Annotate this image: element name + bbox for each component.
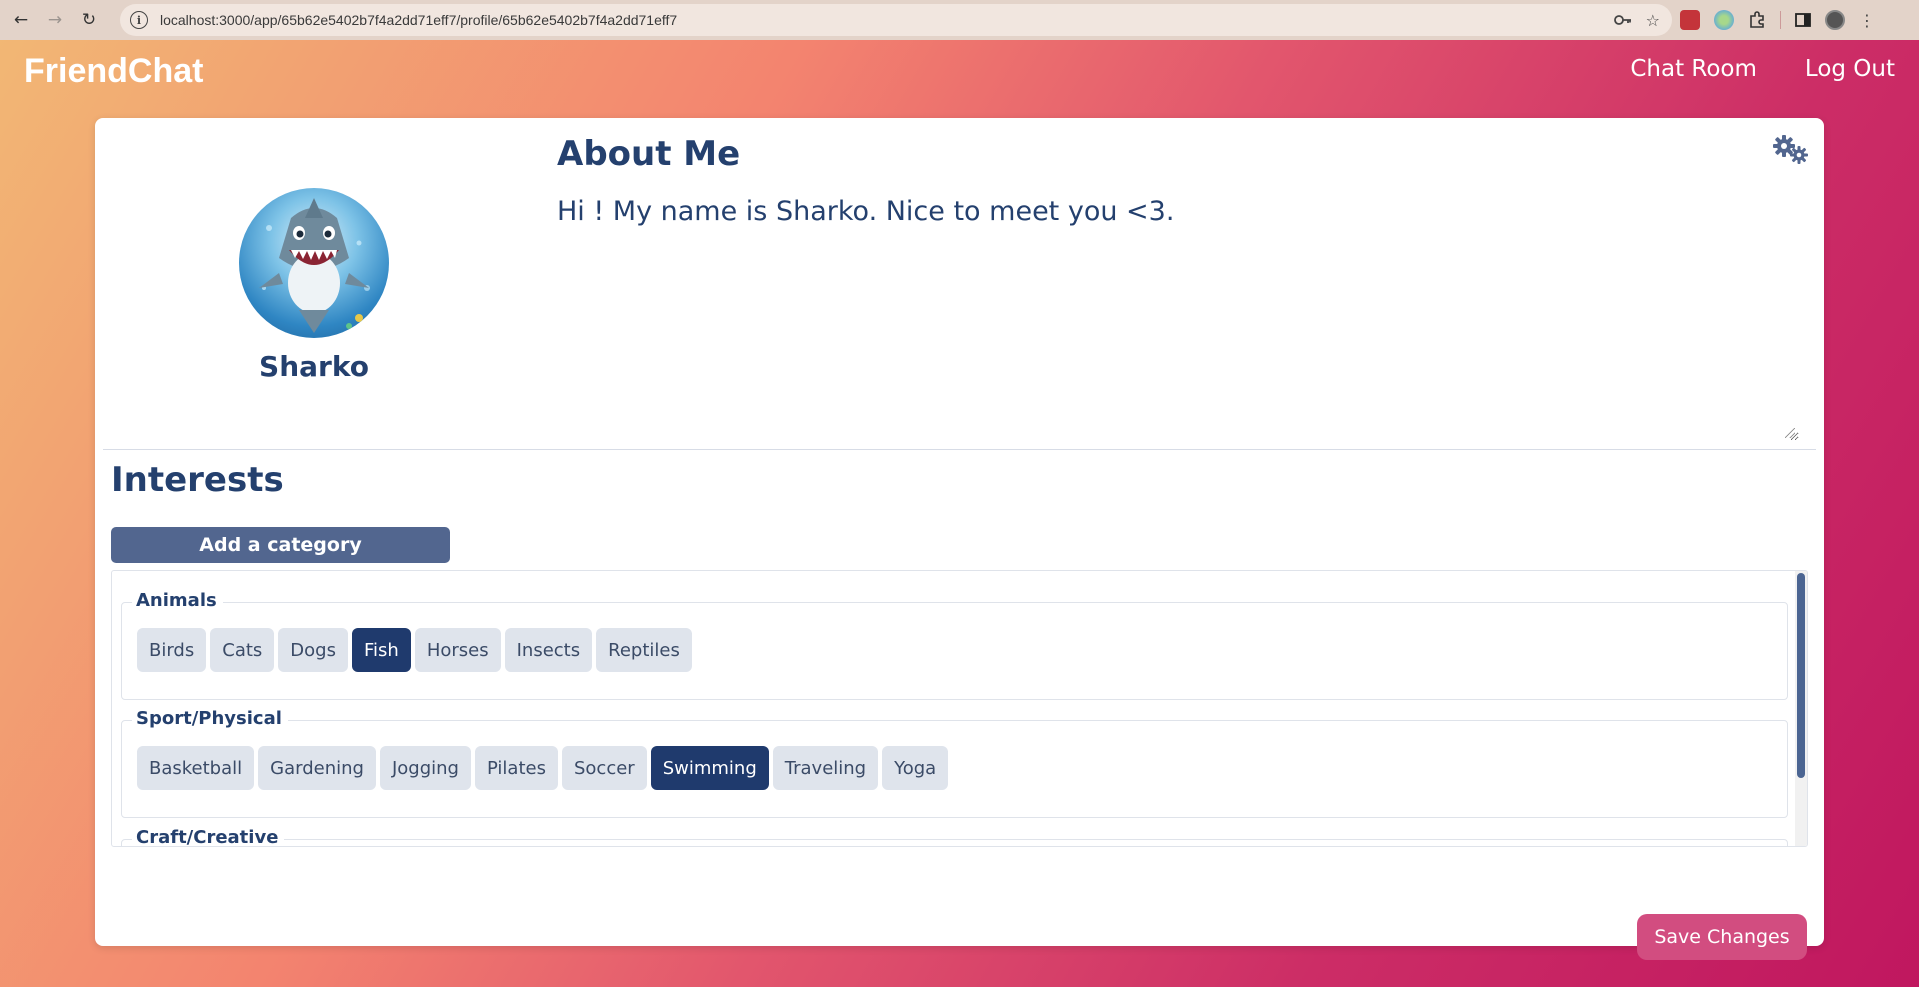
chip-group: Basketball Gardening Jogging Pilates Soc…	[137, 746, 949, 790]
profile-summary: Sharko	[95, 118, 515, 428]
top-nav: Chat Room Log Out	[1630, 56, 1895, 82]
interest-chip-soccer[interactable]: Soccer	[561, 746, 647, 790]
puzzle-icon[interactable]	[1748, 11, 1766, 29]
interests-scroll-container[interactable]: Animals Birds Cats Dogs Fish Horses Inse…	[111, 570, 1808, 847]
extension-icon[interactable]	[1714, 10, 1734, 30]
nav-chat-room[interactable]: Chat Room	[1630, 56, 1757, 82]
interest-chip-yoga[interactable]: Yoga	[882, 746, 949, 790]
reload-icon[interactable]: ↻	[74, 5, 104, 35]
address-bar[interactable]: i localhost:3000/app/65b62e5402b7f4a2dd7…	[120, 4, 1672, 36]
toolbar-divider	[1780, 11, 1781, 29]
scrollbar[interactable]	[1795, 571, 1807, 846]
profile-card: Sharko About Me Hi ! My name is Sharko. …	[95, 118, 1824, 960]
url-text[interactable]: localhost:3000/app/65b62e5402b7f4a2dd71e…	[160, 12, 677, 28]
add-category-button[interactable]: Add a category	[111, 527, 450, 563]
category-legend: Sport/Physical	[132, 708, 288, 729]
category-legend: Craft/Creative	[132, 827, 285, 846]
shark-avatar-image	[259, 198, 370, 333]
bookmark-star-icon[interactable]: ☆	[1646, 11, 1660, 30]
interests-heading: Interests	[111, 460, 284, 500]
avatar[interactable]	[239, 188, 389, 338]
save-changes-button[interactable]: Save Changes	[1637, 914, 1807, 960]
interest-chip-horses[interactable]: Horses	[414, 628, 501, 672]
extension-icon[interactable]	[1680, 10, 1700, 30]
category-sport-physical: Sport/Physical Basketball Gardening Jogg…	[121, 708, 1788, 818]
back-icon[interactable]: ←	[6, 5, 36, 35]
interest-chip-gardening[interactable]: Gardening	[258, 746, 376, 790]
side-panel-icon[interactable]	[1795, 12, 1811, 28]
category-animals: Animals Birds Cats Dogs Fish Horses Inse…	[121, 590, 1788, 700]
interest-chip-fish[interactable]: Fish	[351, 628, 411, 672]
key-icon[interactable]	[1613, 14, 1632, 26]
chip-group: Birds Cats Dogs Fish Horses Insects Rept…	[137, 628, 692, 672]
about-me-heading: About Me	[557, 134, 741, 174]
interest-chip-cats[interactable]: Cats	[210, 628, 275, 672]
interest-chip-birds[interactable]: Birds	[137, 628, 207, 672]
interest-chip-reptiles[interactable]: Reptiles	[596, 628, 692, 672]
textarea-resize-handle[interactable]	[1785, 428, 1795, 438]
interest-chip-traveling[interactable]: Traveling	[772, 746, 879, 790]
kebab-menu-icon[interactable]: ⋮	[1859, 11, 1875, 30]
interest-chip-pilates[interactable]: Pilates	[474, 746, 558, 790]
category-legend: Animals	[132, 590, 223, 611]
gears-settings-icon[interactable]	[1772, 134, 1810, 170]
section-divider	[103, 449, 1816, 450]
nav-log-out[interactable]: Log Out	[1805, 56, 1895, 82]
profile-username: Sharko	[259, 350, 369, 383]
forward-icon[interactable]: →	[40, 5, 70, 35]
app-background: FriendChat Chat Room Log Out Sharko Abou…	[0, 40, 1919, 987]
profile-avatar-icon[interactable]	[1825, 10, 1845, 30]
interest-chip-insects[interactable]: Insects	[504, 628, 593, 672]
site-info-icon[interactable]: i	[130, 11, 148, 29]
about-me-textarea[interactable]: Hi ! My name is Sharko. Nice to meet you…	[557, 196, 1799, 441]
interest-chip-jogging[interactable]: Jogging	[379, 746, 471, 790]
brand-logo[interactable]: FriendChat	[24, 52, 203, 91]
category-craft-creative: Craft/Creative	[121, 827, 1788, 846]
interest-chip-swimming[interactable]: Swimming	[650, 746, 769, 790]
scrollbar-thumb[interactable]	[1797, 573, 1805, 778]
interest-chip-dogs[interactable]: Dogs	[278, 628, 348, 672]
browser-toolbar: ← → ↻ i localhost:3000/app/65b62e5402b7f…	[0, 0, 1919, 40]
interest-chip-basketball[interactable]: Basketball	[137, 746, 255, 790]
